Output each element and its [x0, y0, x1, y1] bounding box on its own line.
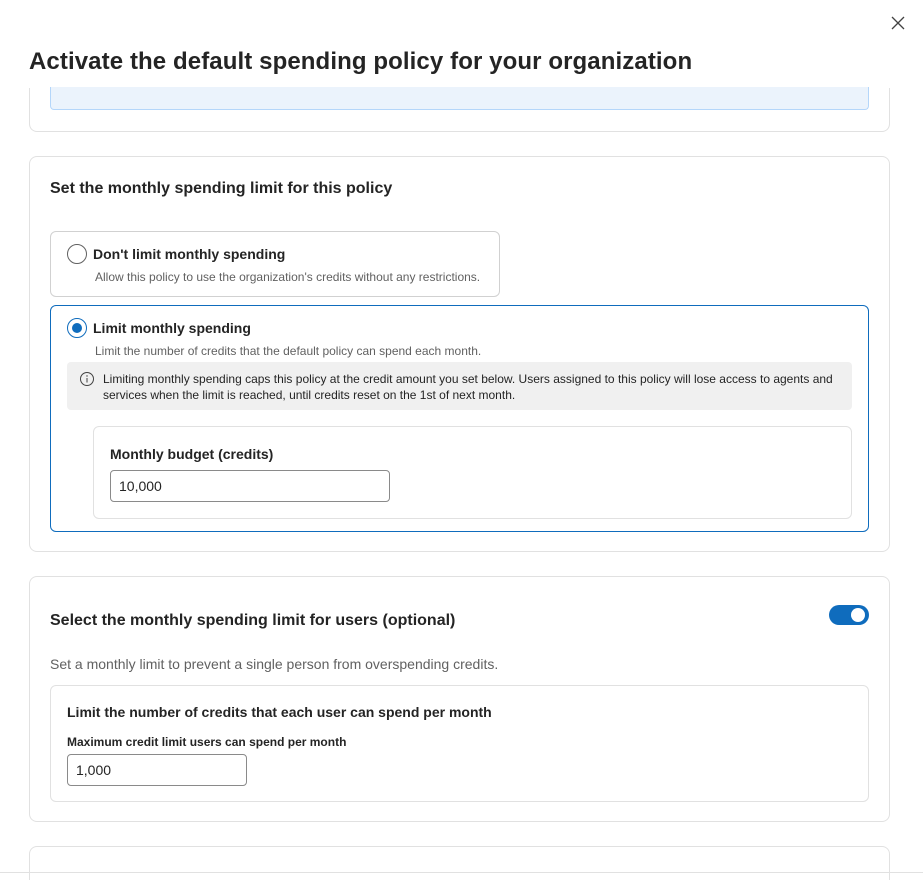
user-limit-title: Limit the number of credits that each us… [67, 704, 492, 720]
user-limit-field-label: Maximum credit limit users can spend per… [67, 735, 347, 749]
option-description: Limit the number of credits that the def… [95, 344, 482, 358]
limit-notice: Limiting monthly spending caps this poli… [67, 362, 852, 410]
radio-dont-limit[interactable] [67, 244, 87, 264]
policy-limit-card: Set the monthly spending limit for this … [29, 156, 890, 552]
previous-section-card [29, 87, 890, 132]
page-title: Activate the default spending policy for… [29, 48, 693, 75]
option-limit-spending[interactable]: Limit monthly spending Limit the number … [50, 305, 869, 532]
toggle-knob [851, 608, 865, 622]
notice-text: Limiting monthly spending caps this poli… [103, 372, 833, 402]
info-icon [80, 372, 94, 386]
monthly-budget-input[interactable] [110, 470, 390, 502]
monthly-budget-box: Monthly budget (credits) [93, 426, 852, 519]
user-limit-input[interactable] [67, 754, 247, 786]
policy-section-title: Set the monthly spending limit for this … [50, 180, 393, 197]
option-label: Limit monthly spending [93, 320, 251, 336]
monthly-budget-label: Monthly budget (credits) [110, 446, 274, 462]
option-dont-limit[interactable]: Don't limit monthly spending Allow this … [50, 231, 500, 297]
option-label: Don't limit monthly spending [93, 246, 286, 262]
close-button[interactable] [886, 11, 910, 35]
option-description: Allow this policy to use the organizatio… [95, 270, 481, 284]
user-limit-box: Limit the number of credits that each us… [50, 685, 869, 802]
close-icon [891, 16, 905, 30]
users-section-description: Set a monthly limit to prevent a single … [50, 656, 499, 672]
radio-limit-spending[interactable] [67, 318, 87, 338]
users-section-title: Select the monthly spending limit for us… [50, 612, 456, 629]
next-section-card [29, 846, 890, 880]
footer-divider [0, 872, 923, 873]
user-limit-toggle[interactable] [829, 605, 869, 625]
user-limit-card: Select the monthly spending limit for us… [29, 576, 890, 822]
info-banner [50, 87, 869, 110]
